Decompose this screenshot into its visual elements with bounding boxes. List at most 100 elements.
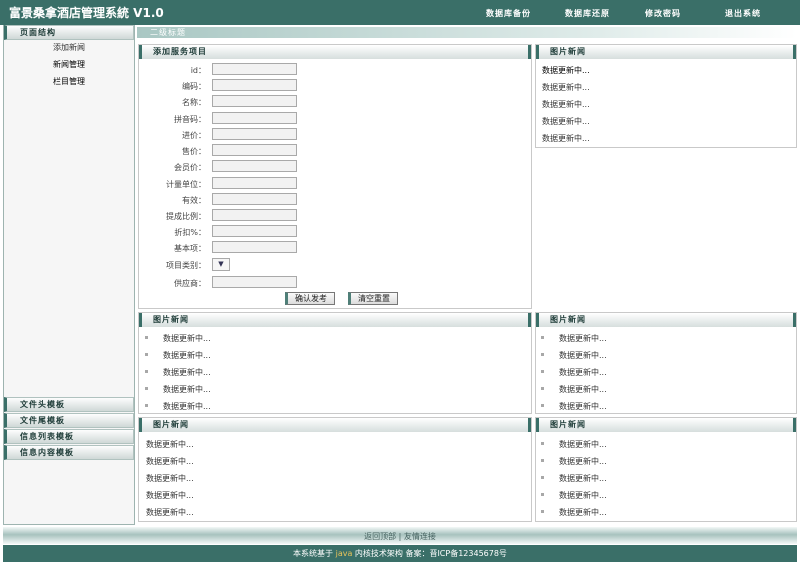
news-item[interactable]: 数据更新中... [542, 99, 590, 110]
sidebar-header-file-footer-template[interactable]: 文件尾模板 [4, 413, 134, 428]
chevron-down-icon: ▼ [218, 260, 224, 268]
bullet-icon [541, 442, 544, 445]
field-label: 编码： [182, 82, 206, 91]
pinyin-code-input[interactable] [212, 112, 297, 124]
footer-text-before: 本系统基于 [293, 549, 334, 558]
panel-title: 图片新闻 [536, 313, 796, 327]
field-label: 项目类别： [166, 261, 206, 270]
menu-database-backup[interactable]: 数据库备份 [486, 8, 531, 19]
bullet-icon [541, 370, 544, 373]
submit-button[interactable]: 确认发考 [285, 292, 335, 305]
sidebar: 页面结构 添加新闻 新闻管理 栏目管理 文件头模板 文件尾模板 信息列表模板 信… [3, 25, 135, 525]
sidebar-header-info-list-template[interactable]: 信息列表模板 [4, 429, 134, 444]
news-item[interactable]: 数据更新中... [559, 384, 607, 395]
menu-change-password[interactable]: 修改密码 [645, 8, 681, 19]
sidebar-header-info-content-template[interactable]: 信息内容模板 [4, 445, 134, 460]
sale-price-input[interactable] [212, 144, 297, 156]
sidebar-link-news-management[interactable]: 新闻管理 [53, 59, 85, 70]
footer-copyright: 本系统基于 java 内核技术架构 备案：晋ICP备12345678号 [0, 548, 800, 559]
field-label: 会员价： [174, 163, 206, 172]
news-item[interactable]: 数据更新中... [559, 456, 607, 467]
news-item[interactable]: 数据更新中... [146, 456, 194, 467]
panel-title: 图片新闻 [139, 313, 531, 327]
name-input[interactable] [212, 95, 297, 107]
news-item[interactable]: 数据更新中... [542, 116, 590, 127]
field-label: 基本项： [174, 244, 206, 253]
supplier-input[interactable] [212, 276, 297, 288]
panel-title: 图片新闻 [139, 418, 531, 432]
id-input[interactable] [212, 63, 297, 75]
bullet-icon [541, 387, 544, 390]
unit-input[interactable] [212, 177, 297, 189]
footer-text-after: 内核技术架构 备案：晋ICP备12345678号 [354, 549, 507, 558]
news-item[interactable]: 数据更新中... [542, 65, 590, 76]
menu-logout[interactable]: 退出系统 [725, 8, 761, 19]
panel-title: 添加服务项目 [139, 45, 531, 59]
news-item[interactable]: 数据更新中... [146, 507, 194, 518]
news-item[interactable]: 数据更新中... [163, 401, 211, 412]
field-label: 提成比例： [166, 212, 206, 221]
news-item[interactable]: 数据更新中... [542, 133, 590, 144]
sidebar-header-file-header-template[interactable]: 文件头模板 [4, 397, 134, 412]
sidebar-link-add-news[interactable]: 添加新闻 [53, 42, 85, 53]
bullet-icon [145, 336, 148, 339]
news-item[interactable]: 数据更新中... [559, 507, 607, 518]
news-item[interactable]: 数据更新中... [146, 490, 194, 501]
news-item[interactable]: 数据更新中... [559, 439, 607, 450]
news-item[interactable]: 数据更新中... [146, 473, 194, 484]
bullet-icon [541, 459, 544, 462]
field-label: 计量单位： [166, 180, 206, 189]
panel-title: 图片新闻 [536, 45, 796, 59]
bullet-icon [145, 387, 148, 390]
news-item[interactable]: 数据更新中... [163, 350, 211, 361]
news-item[interactable]: 数据更新中... [559, 333, 607, 344]
bullet-icon [541, 493, 544, 496]
bullet-icon [541, 404, 544, 407]
bullet-icon [145, 353, 148, 356]
bullet-icon [541, 510, 544, 513]
bullet-icon [541, 336, 544, 339]
field-label: 折扣%： [174, 228, 206, 237]
sidebar-header-page-structure[interactable]: 页面结构 [4, 25, 134, 40]
valid-input[interactable] [212, 193, 297, 205]
news-item[interactable]: 数据更新中... [559, 473, 607, 484]
discount-input[interactable] [212, 225, 297, 237]
field-label: 有效： [182, 196, 206, 205]
footer-links[interactable]: 返回顶部 | 友情连接 [0, 531, 800, 542]
news-item[interactable]: 数据更新中... [542, 82, 590, 93]
bullet-icon [541, 476, 544, 479]
commission-rate-input[interactable] [212, 209, 297, 221]
purchase-price-input[interactable] [212, 128, 297, 140]
news-item[interactable]: 数据更新中... [163, 384, 211, 395]
app-title: 富景桑拿酒店管理系統 V1.0 [9, 6, 164, 20]
category-select[interactable]: ▼ [212, 258, 230, 271]
footer-java-label: java [335, 549, 353, 558]
reset-button[interactable]: 清空重置 [348, 292, 398, 305]
code-input[interactable] [212, 79, 297, 91]
base-item-input[interactable] [212, 241, 297, 253]
menu-database-restore[interactable]: 数据库还原 [565, 8, 610, 19]
member-price-input[interactable] [212, 160, 297, 172]
field-label: 供应商： [174, 279, 206, 288]
section-title: 二级标题 [150, 28, 186, 37]
field-label: 名称： [182, 98, 206, 107]
news-item[interactable]: 数据更新中... [559, 490, 607, 501]
news-item[interactable]: 数据更新中... [146, 439, 194, 450]
news-item[interactable]: 数据更新中... [559, 401, 607, 412]
news-item[interactable]: 数据更新中... [559, 367, 607, 378]
news-item[interactable]: 数据更新中... [559, 350, 607, 361]
news-item[interactable]: 数据更新中... [163, 333, 211, 344]
image-news-panel: 图片新闻 [535, 312, 797, 414]
sidebar-link-column-management[interactable]: 栏目管理 [53, 76, 85, 87]
bullet-icon [145, 370, 148, 373]
bullet-icon [145, 404, 148, 407]
section-title-bar [137, 27, 797, 38]
news-item[interactable]: 数据更新中... [163, 367, 211, 378]
panel-title: 图片新闻 [536, 418, 796, 432]
image-news-panel: 图片新闻 [138, 417, 532, 522]
bullet-icon [541, 353, 544, 356]
field-label: 进价： [182, 131, 206, 140]
image-news-panel: 图片新闻 [138, 312, 532, 414]
field-label: 拼音码： [174, 115, 206, 124]
field-label: 售价： [182, 147, 206, 156]
